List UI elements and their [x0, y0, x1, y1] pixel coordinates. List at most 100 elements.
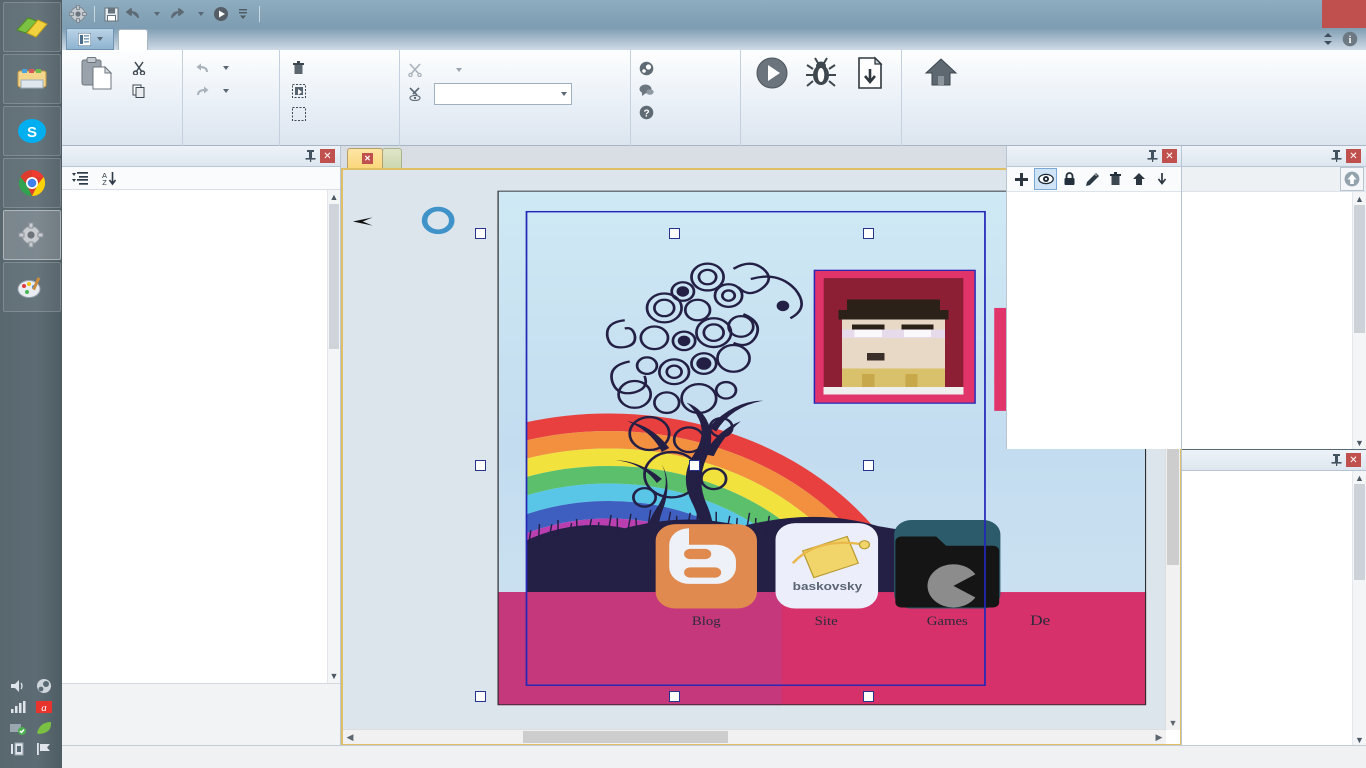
projects-scroll-up-icon[interactable]: ▲ [1353, 471, 1366, 484]
sort-alpha-icon[interactable]: A Z [101, 171, 118, 186]
objects-scroll-down-icon[interactable]: ▼ [1353, 436, 1366, 449]
canvas-scroll-right-icon[interactable]: ▶ [1152, 730, 1166, 744]
help-link[interactable]: ? [639, 102, 660, 123]
ribbon-tab-view[interactable] [148, 29, 178, 50]
eye-visible-icon[interactable] [1034, 168, 1057, 190]
undo-dropdown-icon[interactable] [145, 4, 165, 24]
ribbon-tab-events[interactable] [178, 29, 208, 50]
canvas-horizontal-scrollbar[interactable]: ◀ ▶ [343, 729, 1166, 744]
taskbar-button-explorer[interactable] [3, 2, 61, 52]
export-project-button[interactable] [846, 54, 893, 94]
forums-link[interactable] [639, 80, 660, 101]
help-info-icon[interactable]: i [1342, 31, 1358, 47]
selection-handle-ml[interactable] [475, 460, 486, 471]
selection-handle-mr[interactable] [863, 460, 874, 471]
redo-button[interactable] [191, 81, 233, 101]
tab-level-close-icon[interactable]: ✕ [362, 153, 373, 164]
taskbar-button-chrome[interactable] [3, 158, 61, 208]
selection-handle-tr[interactable] [863, 228, 874, 239]
displaying-caret-icon[interactable] [561, 92, 567, 96]
properties-scrollbar[interactable]: ▲ ▼ [327, 190, 340, 683]
avast-icon[interactable]: a [35, 699, 53, 715]
undo-icon[interactable] [123, 4, 143, 24]
debug-layout-button[interactable] [798, 54, 845, 94]
delete-button[interactable] [288, 58, 315, 78]
selection-handle-bl[interactable] [475, 691, 486, 702]
rename-pencil-icon[interactable] [1082, 169, 1103, 189]
ribbon-app-button[interactable] [66, 28, 114, 50]
active-configurations-row[interactable] [408, 59, 462, 81]
app-menu-icon[interactable] [68, 4, 88, 24]
pin-icon[interactable] [303, 149, 317, 163]
undo-caret-icon[interactable] [223, 66, 229, 70]
selection-handle-br[interactable] [863, 691, 874, 702]
objects-scrollbar[interactable]: ▲ ▼ [1352, 192, 1366, 449]
properties-scroll-up-icon[interactable]: ▲ [328, 190, 340, 204]
move-down-icon[interactable] [1151, 169, 1172, 189]
projects-tree[interactable]: ▲ ▼ [1182, 471, 1366, 746]
steam-icon[interactable] [35, 678, 53, 694]
tab-events[interactable] [382, 148, 402, 168]
volume-icon[interactable] [9, 678, 27, 694]
device-icon[interactable] [9, 741, 27, 757]
projects-scroll-thumb[interactable] [1354, 484, 1365, 580]
projects-scrollbar[interactable]: ▲ ▼ [1352, 471, 1366, 746]
properties-scroll-thumb[interactable] [329, 204, 339, 349]
pin-icon[interactable] [1329, 149, 1343, 163]
move-up-icon[interactable] [1128, 169, 1149, 189]
redo-caret-icon[interactable] [223, 89, 229, 93]
properties-scroll-down-icon[interactable]: ▼ [328, 669, 340, 683]
close-icon[interactable]: ✕ [1162, 149, 1177, 163]
delete-trash-icon[interactable] [1105, 169, 1126, 189]
selection-handle-tc[interactable] [669, 228, 680, 239]
close-button[interactable] [1322, 0, 1366, 28]
lock-icon[interactable] [1059, 169, 1080, 189]
start-page-button[interactable] [915, 54, 967, 92]
taskbar-button-files[interactable] [3, 54, 61, 104]
tab-level[interactable]: ✕ [347, 148, 383, 168]
go-up-icon[interactable] [1340, 167, 1364, 191]
minimize-button[interactable] [1250, 0, 1286, 28]
network-icon[interactable] [9, 699, 27, 715]
objects-scroll-thumb[interactable] [1354, 205, 1365, 333]
selection-handle-tl[interactable] [475, 228, 486, 239]
canvas-scroll-down-icon[interactable]: ▼ [1166, 716, 1180, 730]
objects-scroll-up-icon[interactable]: ▲ [1353, 192, 1366, 205]
close-icon[interactable]: ✕ [320, 149, 335, 163]
pin-icon[interactable] [1145, 149, 1159, 163]
ribbon-tab-home[interactable] [118, 29, 148, 50]
taskbar-button-paint[interactable] [3, 262, 61, 312]
run-layout-button[interactable] [749, 54, 796, 94]
select-none-button[interactable] [288, 104, 315, 124]
scirra-link[interactable] [639, 58, 660, 79]
cut-button[interactable] [128, 58, 155, 78]
displaying-combobox[interactable] [434, 83, 572, 105]
copy-button[interactable] [128, 81, 155, 101]
pin-icon[interactable] [1329, 453, 1343, 467]
taskbar-button-skype[interactable]: S [3, 106, 61, 156]
run-icon[interactable] [211, 4, 231, 24]
maximize-button[interactable] [1286, 0, 1322, 28]
leaf-icon[interactable] [35, 720, 53, 736]
objects-filter-bar[interactable] [1182, 167, 1366, 192]
canvas-hscroll-thumb[interactable] [523, 731, 728, 743]
close-icon[interactable]: ✕ [1346, 149, 1361, 163]
selection-handle-bc[interactable] [669, 691, 680, 702]
flag-icon[interactable] [35, 741, 53, 757]
selection-origin-handle[interactable] [689, 460, 700, 471]
close-icon[interactable]: ✕ [1346, 453, 1361, 467]
active-configurations-caret-icon[interactable] [456, 68, 462, 72]
select-all-button[interactable] [288, 81, 315, 101]
paste-button[interactable] [70, 54, 122, 94]
objects-list[interactable]: ▲ ▼ [1182, 192, 1366, 449]
redo-dropdown-icon[interactable] [189, 4, 209, 24]
categorize-icon[interactable] [72, 171, 89, 186]
ribbon-collapse-icon[interactable] [1322, 32, 1334, 46]
update-icon[interactable] [9, 720, 27, 736]
properties-list[interactable]: ▲ ▼ [62, 190, 340, 683]
save-icon[interactable] [101, 4, 121, 24]
redo-icon[interactable] [167, 4, 187, 24]
canvas-scroll-left-icon[interactable]: ◀ [343, 730, 357, 744]
customize-icon[interactable] [233, 4, 253, 24]
add-layer-icon[interactable] [1011, 169, 1032, 189]
